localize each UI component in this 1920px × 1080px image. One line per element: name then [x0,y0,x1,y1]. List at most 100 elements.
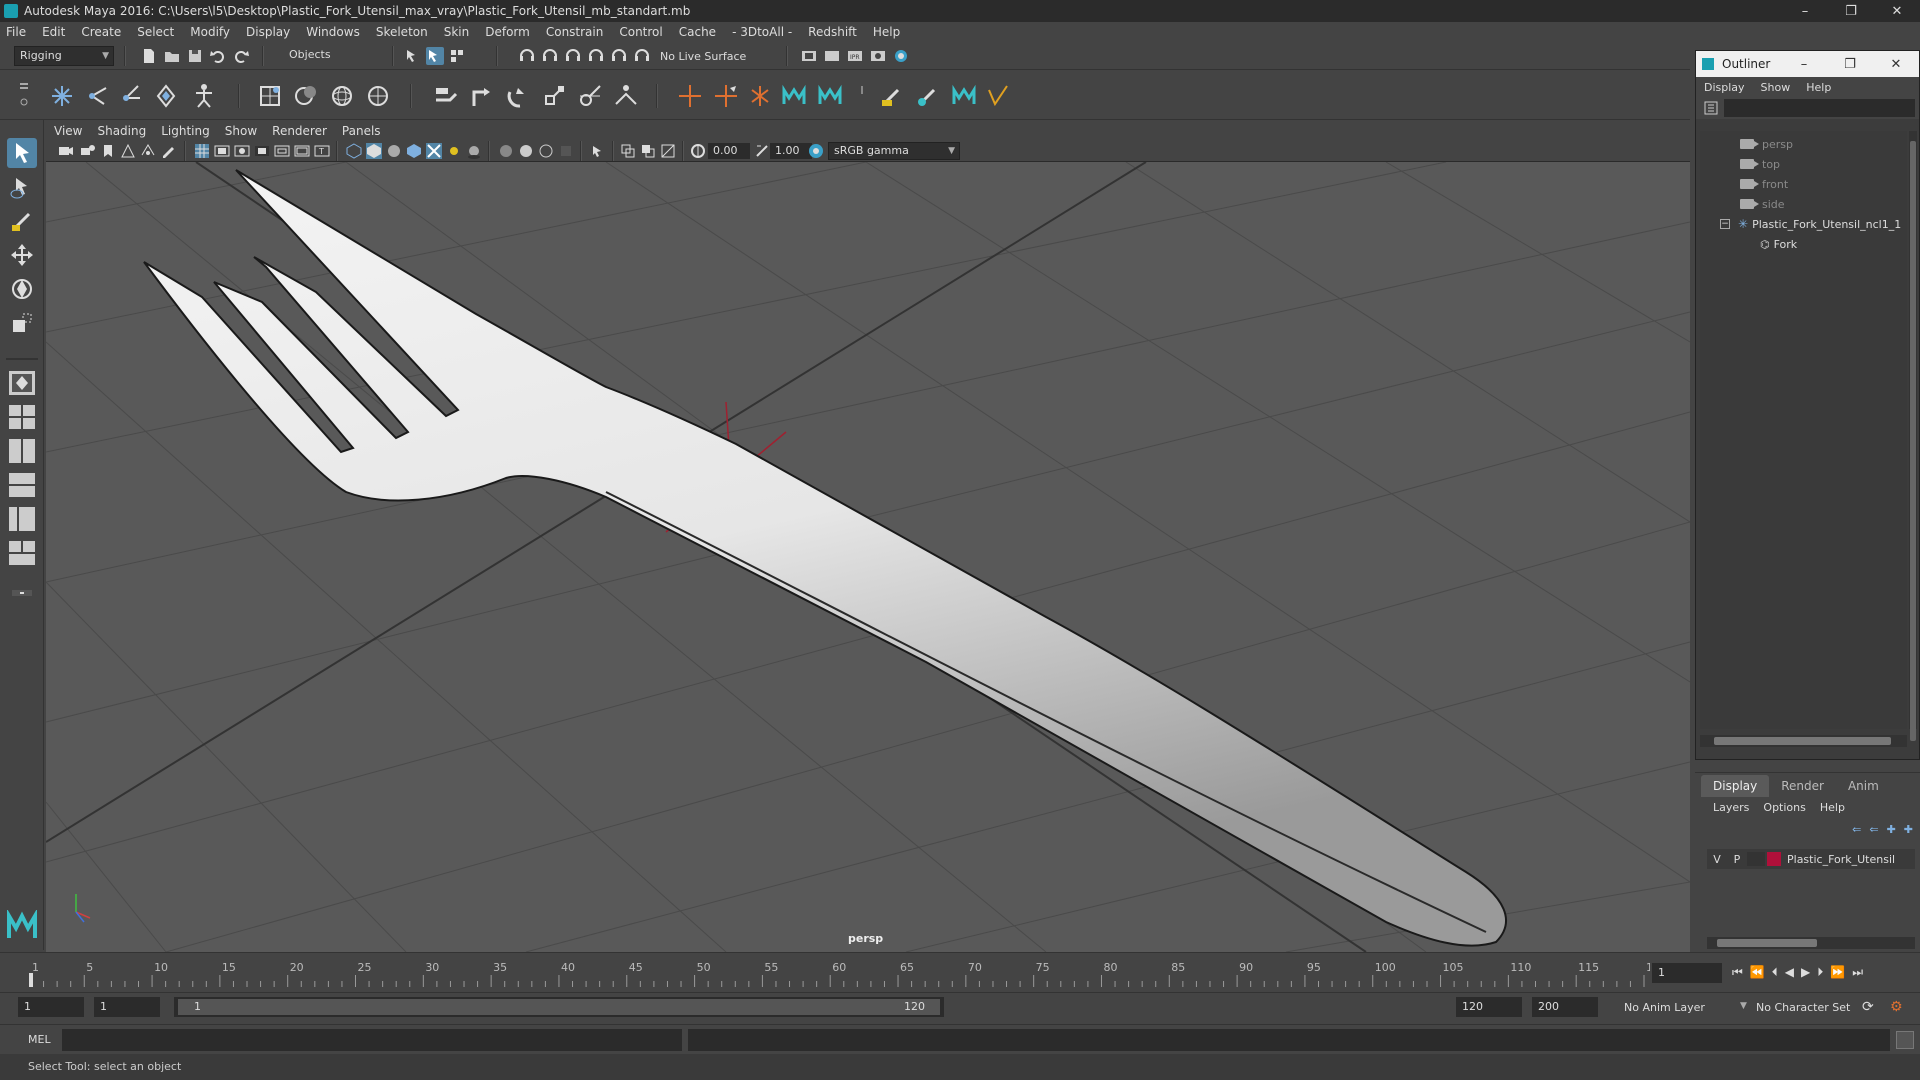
layer-menu-help[interactable]: Help [1820,801,1845,814]
rotate-tool-icon[interactable] [7,274,37,304]
select-by-component-icon[interactable] [448,47,466,65]
scrollbar-thumb[interactable] [1714,737,1891,745]
smooth-weights-icon[interactable] [914,82,942,110]
scene-start-field[interactable]: 1 [18,997,84,1017]
perspective-viewport[interactable]: persp [46,162,1690,952]
ik-handle-icon[interactable] [84,82,112,110]
play-forward-icon[interactable]: ▶ [1801,965,1810,980]
maya-script-icon[interactable] [780,82,808,110]
outliner-maximize-button[interactable]: ❐ [1827,51,1873,77]
step-forward-key-icon[interactable]: ⏩ [1830,965,1845,980]
gate-mask-icon[interactable] [254,143,270,159]
selection-mode-dropdown[interactable]: Objects [284,46,384,66]
current-frame-field[interactable]: 1 [1652,963,1722,983]
exposure-field[interactable]: 0.00 [708,143,750,159]
gamma-field[interactable]: 1.00 [770,143,812,159]
2d-pan-zoom-icon[interactable] [140,143,156,159]
play-backward-icon[interactable]: ◀ [1785,965,1794,980]
film-gate-icon[interactable] [214,143,230,159]
default-material-icon[interactable] [386,143,402,159]
pole-vector-icon[interactable] [612,82,640,110]
new-scene-icon[interactable] [140,47,158,65]
scrollbar-thumb[interactable] [1910,141,1916,741]
view-transform-dropdown[interactable]: sRGB gamma ▼ [828,142,960,160]
render-settings-icon[interactable] [800,47,818,65]
ik-spline-icon[interactable] [118,82,146,110]
maya-script-3-icon[interactable] [950,82,978,110]
scale-tool-icon[interactable] [7,308,37,338]
character-set-dropdown[interactable]: No Character Set [1756,1001,1850,1014]
paint-weights-icon[interactable] [852,82,880,110]
new-layer-icon[interactable]: ✚ [1887,823,1896,839]
snap-projected-center-icon[interactable] [587,47,605,65]
layer-color-swatch[interactable] [1767,852,1781,866]
scale-constraint-icon[interactable] [540,82,568,110]
menu-redshift[interactable]: Redshift [808,25,857,39]
skin-bind-icon[interactable] [152,82,180,110]
menu-file[interactable]: File [6,25,26,39]
isolate-select-icon[interactable] [590,143,606,159]
cluster-icon[interactable] [292,82,320,110]
range-slider[interactable]: 1 120 [174,997,944,1017]
minimize-button[interactable]: – [1782,0,1828,22]
save-scene-icon[interactable] [186,47,204,65]
go-to-end-icon[interactable]: ⏭ [1852,965,1863,980]
menu-create[interactable]: Create [81,25,121,39]
render-frame-icon[interactable] [823,47,841,65]
live-surface-label[interactable]: No Live Surface [660,50,746,63]
layer-horizontal-scrollbar[interactable] [1707,937,1915,949]
step-back-key-icon[interactable]: ⏪ [1750,965,1765,980]
aim-constraint-icon[interactable] [576,82,604,110]
hypershade-icon[interactable] [892,47,910,65]
xray-joints-icon[interactable] [620,143,636,159]
menu-help[interactable]: Help [873,25,900,39]
panel-menu-panels[interactable]: Panels [342,124,381,138]
time-slider[interactable]: 1 5 10 15 20 25 30 35 40 45 50 55 60 65 70 75 80 85 90 95 10… [0,952,1920,992]
playback-end-field[interactable]: 120 [1456,997,1522,1017]
outliner-minimize-button[interactable]: – [1781,51,1827,77]
outliner-search-input[interactable] [1724,99,1915,117]
scene-end-field[interactable]: 200 [1532,997,1598,1017]
color-management-icon[interactable] [808,143,824,159]
move-layer-down-icon[interactable]: ⇐ [1869,823,1878,839]
step-forward-frame-icon[interactable]: ⏵ [1817,965,1823,980]
two-pane-stacked-layout-icon[interactable] [8,472,36,498]
script-editor-icon[interactable] [1896,1031,1914,1049]
menuset-dropdown[interactable]: Rigging ▼ [14,46,114,66]
create-joints-icon[interactable] [48,82,76,110]
lattice-icon[interactable] [256,82,284,110]
ipr-render-icon[interactable]: IPR [846,47,864,65]
maximize-button[interactable]: ❐ [1828,0,1874,22]
move-layer-up-icon[interactable]: ⇐ [1852,823,1861,839]
anim-layer-dropdown[interactable]: No Anim Layer [1624,1001,1705,1014]
outliner-menu-help[interactable]: Help [1806,81,1831,94]
single-pane-layout-icon[interactable] [8,370,36,396]
joint-tool-icon[interactable] [712,82,740,110]
menu-edit[interactable]: Edit [42,25,65,39]
outliner-menu-display[interactable]: Display [1704,81,1745,94]
layer-playback-toggle[interactable]: P [1727,853,1747,866]
redo-icon[interactable] [232,47,250,65]
current-time-indicator[interactable] [29,973,33,987]
multisample-aa-icon[interactable] [538,143,554,159]
menu-cache[interactable]: Cache [679,25,716,39]
go-to-start-icon[interactable]: ⏮ [1732,965,1743,980]
camera-select-icon[interactable] [58,143,74,159]
select-tool-icon[interactable] [7,138,37,168]
layer-menu-layers[interactable]: Layers [1713,801,1749,814]
screen-space-ao-icon[interactable] [498,143,514,159]
wireframe-icon[interactable] [346,143,362,159]
snap-point-icon[interactable] [564,47,582,65]
gamma-icon[interactable] [754,143,770,159]
wireframe-on-shaded-icon[interactable] [406,143,422,159]
persp-graph-layout-icon[interactable] [8,540,36,566]
safe-title-icon[interactable]: T [314,143,330,159]
use-all-lights-icon[interactable] [446,143,462,159]
shadows-icon[interactable] [466,143,482,159]
xray-icon[interactable] [426,143,442,159]
layer-row[interactable]: V P Plastic_Fork_Utensil [1707,849,1915,869]
scrollbar-thumb[interactable] [1717,939,1817,947]
image-plane-icon[interactable] [120,143,136,159]
tab-display[interactable]: Display [1701,775,1770,797]
anim-preferences-icon[interactable]: ⚙ [1890,999,1903,1015]
